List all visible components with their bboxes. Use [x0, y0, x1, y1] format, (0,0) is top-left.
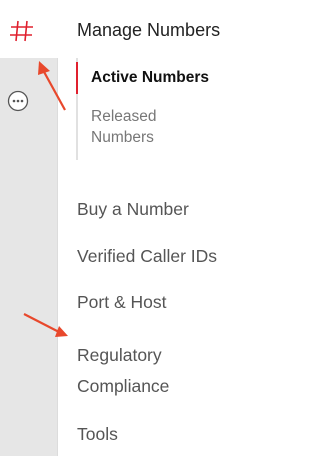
nav-item-buy-a-number[interactable]: Buy a Number — [77, 194, 189, 225]
nav-item-verified-caller-ids[interactable]: Verified Caller IDs — [77, 241, 217, 272]
page: Manage Numbers Active Numbers Released N… — [0, 0, 290, 456]
product-rail — [0, 58, 58, 456]
nav-item-port-and-host[interactable]: Port & Host — [77, 287, 166, 318]
nav-item-tools[interactable]: Tools — [77, 419, 118, 450]
subnav-item-active-numbers[interactable]: Active Numbers — [91, 67, 209, 88]
subnav-item-released-numbers[interactable]: Released Numbers — [91, 106, 211, 148]
rail-top — [0, 0, 57, 58]
nav-item-regulatory-compliance[interactable]: Regulatory Compliance — [77, 340, 247, 402]
subnav-manage-numbers: Active Numbers Released Numbers — [76, 58, 278, 160]
phone-numbers-hash-icon[interactable] — [8, 8, 38, 48]
nav-heading-manage-numbers[interactable]: Manage Numbers — [77, 20, 220, 41]
active-indicator — [76, 62, 78, 94]
more-options-icon[interactable] — [7, 90, 29, 112]
